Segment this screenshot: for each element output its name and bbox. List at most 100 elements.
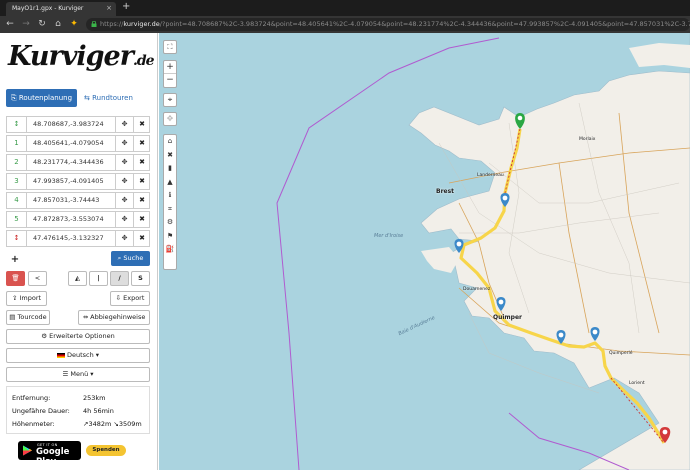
url-bar[interactable]: https://kurviger.de/?point=48.708687%2C-… [86,18,690,31]
browser-tab-bar: MayO1r1.gpx - Kurviger × + [0,0,690,16]
delete-icon[interactable]: ✖ [133,117,150,132]
trash-button[interactable]: 🗑 [6,271,25,286]
delete-icon[interactable]: ✖ [133,193,150,208]
export-button[interactable]: ⇩ Export [110,291,150,306]
forward-icon[interactable]: → [20,18,32,30]
advanced-options-button[interactable]: ⚙ Erweiterte Optionen [6,329,150,344]
move-icon[interactable]: ✥ [115,212,133,227]
play-store-icon [23,445,32,456]
close-icon[interactable]: ✖ [164,149,176,163]
duration-value: 4h 56min [83,407,114,415]
gear-icon: ⚙ [41,332,50,340]
home-icon[interactable]: ⌂ [52,18,64,30]
distance-label: Entfernung: [12,394,51,402]
import-button[interactable]: ⇪ Import [6,291,47,306]
delete-icon[interactable]: ✖ [133,174,150,189]
move-icon[interactable]: ✥ [115,193,133,208]
waypoint-row: 3 47.993857,-4.091405 ✥ ✖ [6,173,150,190]
move-icon[interactable]: ✥ [115,155,133,170]
share-button[interactable]: < [28,271,47,286]
place-label: Quimperlé [609,351,633,356]
new-tab-button[interactable]: + [122,1,130,12]
search-button[interactable]: ⌕ Suche [111,251,150,266]
language-label: Deutsch ▾ [66,351,100,359]
move-icon[interactable]: ✥ [115,136,133,151]
browser-tab[interactable]: MayO1r1.gpx - Kurviger × [6,2,116,16]
waypoint-input[interactable]: 47.857031,-3.74443 [33,193,99,208]
building-icon[interactable]: ⌗ [164,203,176,217]
map-view[interactable]: Brest Morlaix Landerneau Quimper Douarne… [159,33,690,470]
search-label: Suche [123,254,144,262]
menu-label: Menü ▾ [70,370,94,378]
waypoint-number[interactable]: ↕ [7,117,27,132]
mountain-icon[interactable]: ▲ [164,176,176,190]
tab-route-label: Routenplanung [18,94,73,102]
move-icon[interactable]: ✥ [115,117,133,132]
waypoint-input[interactable]: 47.872873,-3.553074 [33,212,104,227]
home-icon[interactable]: ⌂ [164,135,176,149]
waypoint-input[interactable]: 47.476145,-3.132327 [33,231,104,246]
waypoint-number[interactable]: 5 [7,212,27,227]
add-waypoint-button[interactable]: + [6,252,24,267]
logo-text: Kurviger [8,41,134,72]
close-icon[interactable]: × [106,4,112,12]
mode-fastest-button[interactable]: ◭ [68,271,87,286]
move-icon[interactable]: ✥ [115,174,133,189]
waypoint-number[interactable]: 1 [7,136,27,151]
delete-icon[interactable]: ✖ [133,155,150,170]
waypoint-number[interactable]: 4 [7,193,27,208]
url-host: kurviger.de [123,20,160,28]
google-play-badge[interactable]: GET IT ON Google Play [18,441,81,467]
zoom-in-button[interactable]: + [164,61,176,74]
round-icon: ⇆ [84,94,93,102]
route-icon: ⎘ [11,94,19,102]
language-dropdown[interactable]: Deutsch ▾ [6,348,150,363]
german-flag-icon [56,352,65,358]
turn-instructions-button[interactable]: ⇸ Abbiegehinweise [78,310,150,325]
lock-icon [91,21,97,27]
reload-icon[interactable]: ↻ [36,18,48,30]
flag-icon[interactable]: ⚑ [164,230,176,244]
waypoint-number[interactable]: ↕ [7,231,27,246]
place-label: Douarnenez [463,287,491,292]
map-tools-panel: ⌂ ✖ ▮ ▲ ℹ ⌗ ⚙ ⚑ ⛽ [163,134,177,270]
delete-icon[interactable]: ✖ [133,212,150,227]
place-label: Quimper [493,314,523,321]
waypoint-input[interactable]: 48.231774,-4.344436 [33,155,104,170]
waypoint-row: ↕ 48.708687,-3.983724 ✥ ✖ [6,116,150,133]
fullscreen-button[interactable]: ⛶ [163,40,177,54]
fuel-icon[interactable]: ⛽ [164,243,176,257]
tourcode-button[interactable]: ▤ Tourcode [6,310,50,325]
move-icon[interactable]: ✥ [163,112,177,126]
mode-very-curvy-button[interactable]: S [131,271,150,286]
waypoint-number[interactable]: 2 [7,155,27,170]
mode-curvy-button[interactable]: / [110,271,129,286]
mode-straight-button[interactable]: | [89,271,108,286]
move-icon[interactable]: ✥ [115,231,133,246]
locate-button[interactable]: ⌖ [163,93,177,107]
waypoint-number[interactable]: 3 [7,174,27,189]
trash-icon: 🗑 [11,274,20,282]
place-label: Brest [436,188,455,195]
delete-icon[interactable]: ✖ [133,136,150,151]
settings-icon[interactable]: ⚙ [164,216,176,230]
book-icon: ▤ [9,313,18,321]
donate-button[interactable]: Spenden [86,445,126,456]
layer-icon[interactable]: ▮ [164,162,176,176]
waypoint-row: 1 48.405641,-4.079054 ✥ ✖ [6,135,150,152]
place-label: Mer d'Iroise [374,233,404,239]
export-label: Export [123,294,145,302]
tab-title: MayO1r1.gpx - Kurviger [12,5,84,12]
zoom-out-button[interactable]: − [164,74,176,87]
waypoint-input[interactable]: 48.708687,-3.983724 [33,117,104,132]
map-canvas[interactable] [159,33,690,470]
info-icon[interactable]: ℹ [164,189,176,203]
bookmark-icon[interactable]: ✦ [68,18,80,30]
menu-dropdown[interactable]: ☰ Menü ▾ [6,367,150,382]
waypoint-input[interactable]: 48.405641,-4.079054 [33,136,104,151]
back-icon[interactable]: ← [4,18,16,30]
waypoint-input[interactable]: 47.993857,-4.091405 [33,174,104,189]
delete-icon[interactable]: ✖ [133,231,150,246]
tab-route-planning[interactable]: ⎘ Routenplanung [6,89,77,107]
tab-round-tours[interactable]: ⇆ Rundtouren [84,89,154,107]
